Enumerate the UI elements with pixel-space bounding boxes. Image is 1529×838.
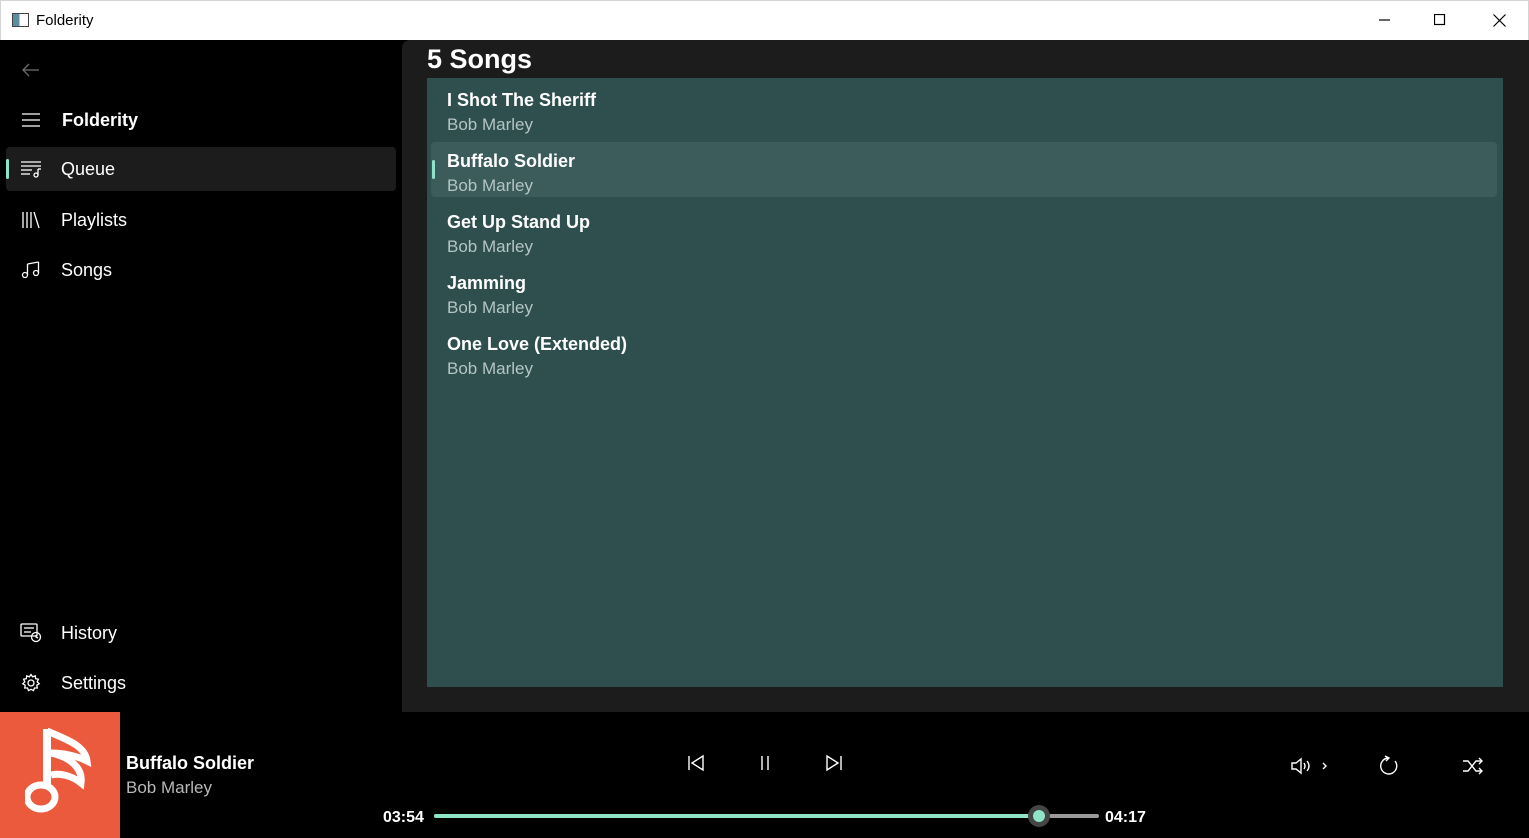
now-playing-title: Buffalo Soldier (126, 753, 255, 773)
song-artist: Bob Marley (447, 176, 533, 195)
sidebar-item-queue[interactable]: Queue (6, 147, 396, 191)
selection-indicator (432, 160, 435, 179)
close-icon (1492, 13, 1506, 27)
song-artist: Bob Marley (447, 298, 533, 317)
selection-indicator (6, 159, 9, 179)
album-art (0, 712, 120, 838)
title-bar: Folderity (0, 0, 1529, 40)
song-title: Jamming (447, 273, 527, 293)
next-button[interactable] (816, 745, 852, 781)
music-note-icon (25, 727, 92, 813)
back-arrow-icon (22, 63, 39, 77)
history-icon (20, 622, 42, 644)
elapsed-time: 03:54 (383, 809, 424, 826)
next-icon (826, 754, 842, 772)
seek-progress (434, 814, 1040, 818)
sidebar-item-history[interactable]: History (6, 611, 396, 655)
previous-icon (688, 754, 704, 772)
song-title: Get Up Stand Up (447, 212, 590, 232)
player-bar: Buffalo Soldier Bob Marley 03:54 04:17 (0, 712, 1529, 838)
maximize-icon (1434, 14, 1446, 26)
hamburger-menu-button[interactable] (20, 109, 42, 131)
window-title: Folderity (36, 12, 94, 29)
sidebar-item-playlists[interactable]: Playlists (6, 198, 396, 242)
sidebar-item-label: Songs (61, 259, 113, 280)
sidebar-item-settings[interactable]: Settings (6, 661, 396, 705)
song-row[interactable]: Get Up Stand Up Bob Marley (431, 203, 1497, 258)
shuffle-button[interactable] (1455, 748, 1491, 784)
queue-icon (20, 158, 42, 180)
song-row[interactable]: Jamming Bob Marley (431, 264, 1497, 319)
sidebar-item-label: Playlists (61, 209, 128, 230)
song-artist: Bob Marley (447, 359, 533, 378)
volume-button[interactable] (1286, 748, 1332, 784)
repeat-icon (1380, 755, 1398, 775)
music-note-icon (20, 259, 42, 281)
minimize-button[interactable] (1356, 1, 1414, 39)
back-button[interactable] (14, 56, 48, 84)
app-icon (12, 13, 29, 27)
song-row[interactable]: One Love (Extended) Bob Marley (431, 325, 1497, 380)
song-row[interactable]: I Shot The Sheriff Bob Marley (431, 81, 1497, 136)
sidebar-item-label: Settings (61, 672, 127, 693)
main-content: 5 Songs I Shot The Sheriff Bob Marley Bu… (402, 40, 1529, 712)
song-title: Buffalo Soldier (447, 151, 576, 171)
nav-header-label: Folderity (62, 109, 139, 130)
seek-thumb[interactable] (1028, 805, 1051, 827)
repeat-button[interactable] (1370, 748, 1406, 784)
minimize-icon (1379, 19, 1390, 21)
maximize-button[interactable] (1411, 1, 1469, 39)
close-button[interactable] (1470, 1, 1528, 39)
previous-button[interactable] (678, 745, 714, 781)
seek-slider[interactable] (434, 805, 1099, 827)
song-row[interactable]: Buffalo Soldier Bob Marley (431, 142, 1497, 197)
song-artist: Bob Marley (447, 115, 533, 134)
hamburger-icon (22, 113, 40, 127)
total-duration: 04:17 (1105, 809, 1146, 826)
song-title: I Shot The Sheriff (447, 90, 597, 110)
playlists-icon (20, 209, 42, 231)
gear-icon (20, 672, 42, 694)
sidebar-item-songs[interactable]: Songs (6, 248, 396, 292)
volume-icon (1291, 757, 1327, 775)
song-artist: Bob Marley (447, 237, 533, 256)
now-playing-artist: Bob Marley (126, 778, 212, 797)
nav-header: Folderity (6, 100, 396, 140)
pause-button[interactable] (747, 745, 783, 781)
page-title: 5 Songs (427, 44, 533, 74)
song-list[interactable]: I Shot The Sheriff Bob Marley Buffalo So… (427, 78, 1503, 687)
sidebar-item-label: History (61, 622, 118, 643)
song-title: One Love (Extended) (447, 334, 628, 354)
navigation-sidebar: Folderity Queue Playlists Songs History … (0, 40, 402, 712)
sidebar-item-label: Queue (61, 158, 116, 179)
shuffle-icon (1463, 757, 1483, 775)
pause-icon (761, 756, 769, 770)
